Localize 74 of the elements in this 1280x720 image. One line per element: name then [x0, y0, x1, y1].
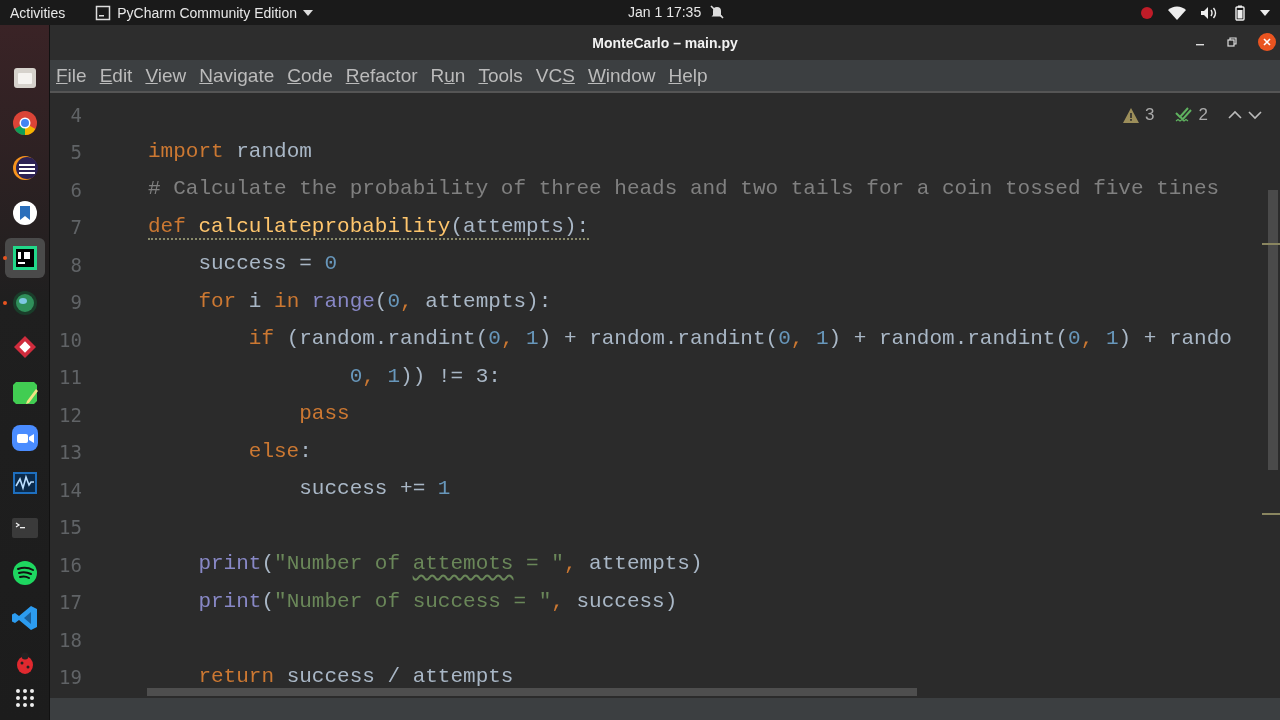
code-line: pass	[298, 402, 350, 428]
window-title: MonteCarlo – main.py	[592, 34, 738, 51]
code-line: print("Number of success = ", success)	[197, 589, 678, 615]
ide-icon	[10, 243, 39, 272]
menu-item[interactable]: Refactor	[345, 64, 418, 87]
warning-count: 3	[1145, 105, 1155, 125]
menu-item[interactable]: Navigate	[199, 64, 275, 87]
code-line: success = 0	[197, 252, 338, 278]
line-number: 14	[58, 478, 82, 501]
menu-item[interactable]: Tools	[478, 64, 523, 87]
line-number: 17	[58, 591, 82, 614]
bell-off-icon	[709, 4, 726, 20]
line-number: 5	[69, 141, 82, 164]
browser-icon	[10, 108, 39, 137]
line-number: 15	[58, 516, 82, 539]
code-line: # Calculate the probability of three heads and two tails for a coin tossed five tines	[148, 177, 1220, 203]
chevron-up-icon[interactable]	[1228, 110, 1242, 120]
menu-item[interactable]: Edit	[99, 64, 133, 87]
app-grid-icon[interactable]	[14, 688, 35, 708]
clock[interactable]: Jan 1 17:35	[628, 4, 702, 20]
bookmark-icon	[10, 198, 39, 227]
running-indicator	[3, 256, 7, 260]
caret-icon	[302, 9, 313, 16]
warning-icon[interactable]	[1123, 107, 1140, 123]
wifi-icon[interactable]	[1168, 5, 1186, 20]
restore-icon[interactable]	[1226, 36, 1238, 48]
menu-item[interactable]: Help	[668, 64, 708, 87]
menu-item[interactable]: Window	[587, 64, 656, 87]
line-number: 10	[58, 328, 82, 351]
weak-warning-count: 2	[1198, 105, 1208, 125]
app-menu[interactable]: PyCharm Community Edition	[95, 4, 313, 21]
line-number: 13	[58, 441, 82, 464]
menu-item[interactable]: VCS	[535, 64, 575, 87]
code-line: def calculateprobability(attempts):	[148, 214, 590, 240]
code-line: return success / attempts	[197, 664, 514, 690]
activities-button[interactable]: Activities	[10, 4, 66, 21]
line-number: 12	[58, 403, 82, 426]
code-line: 0, 1)) != 3:	[348, 364, 501, 390]
dock-item[interactable]	[4, 237, 45, 278]
running-indicator	[3, 301, 7, 305]
menu-item[interactable]: File	[56, 64, 87, 87]
line-number: 7	[69, 216, 82, 239]
chevron-down-icon[interactable]	[1248, 110, 1262, 120]
line-number: 4	[69, 103, 82, 126]
code-line: else:	[247, 439, 312, 465]
music-icon	[10, 558, 39, 587]
menu-item[interactable]: Run	[430, 64, 466, 87]
battery-icon[interactable]	[1232, 4, 1246, 21]
record-icon[interactable]	[1140, 5, 1154, 20]
app-icon	[95, 4, 112, 21]
close-icon[interactable]	[1258, 33, 1276, 51]
menu-item[interactable]: Code	[287, 64, 333, 87]
line-number: 18	[58, 628, 82, 651]
scrollbar-thumb[interactable]	[147, 688, 917, 696]
eclipse-icon	[10, 153, 39, 182]
code-line: import random	[148, 139, 312, 165]
menu-item[interactable]: View	[145, 64, 187, 87]
line-number: 9	[69, 291, 82, 314]
video-camera-icon	[10, 423, 39, 452]
code-line: success += 1	[298, 477, 451, 503]
caret-icon[interactable]	[1260, 9, 1270, 16]
line-number: 19	[58, 666, 82, 689]
code-line: print("Number of attemots = ", attempts)	[197, 552, 703, 578]
code-line: for i in range(0, attempts):	[197, 289, 552, 315]
double-check-icon[interactable]	[1174, 107, 1193, 123]
code-line: if (random.randint(0, 1) + random.randint(0, 1) + random.randint(0, 1) + rando	[247, 327, 1232, 353]
line-number: 6	[69, 178, 82, 201]
line-number: 16	[58, 553, 82, 576]
volume-icon[interactable]	[1200, 5, 1218, 20]
line-number: 8	[69, 253, 82, 276]
code-editor-icon	[10, 603, 39, 632]
line-number: 11	[58, 366, 82, 389]
scrollbar-thumb[interactable]	[1268, 190, 1278, 470]
globe-icon	[10, 288, 39, 317]
